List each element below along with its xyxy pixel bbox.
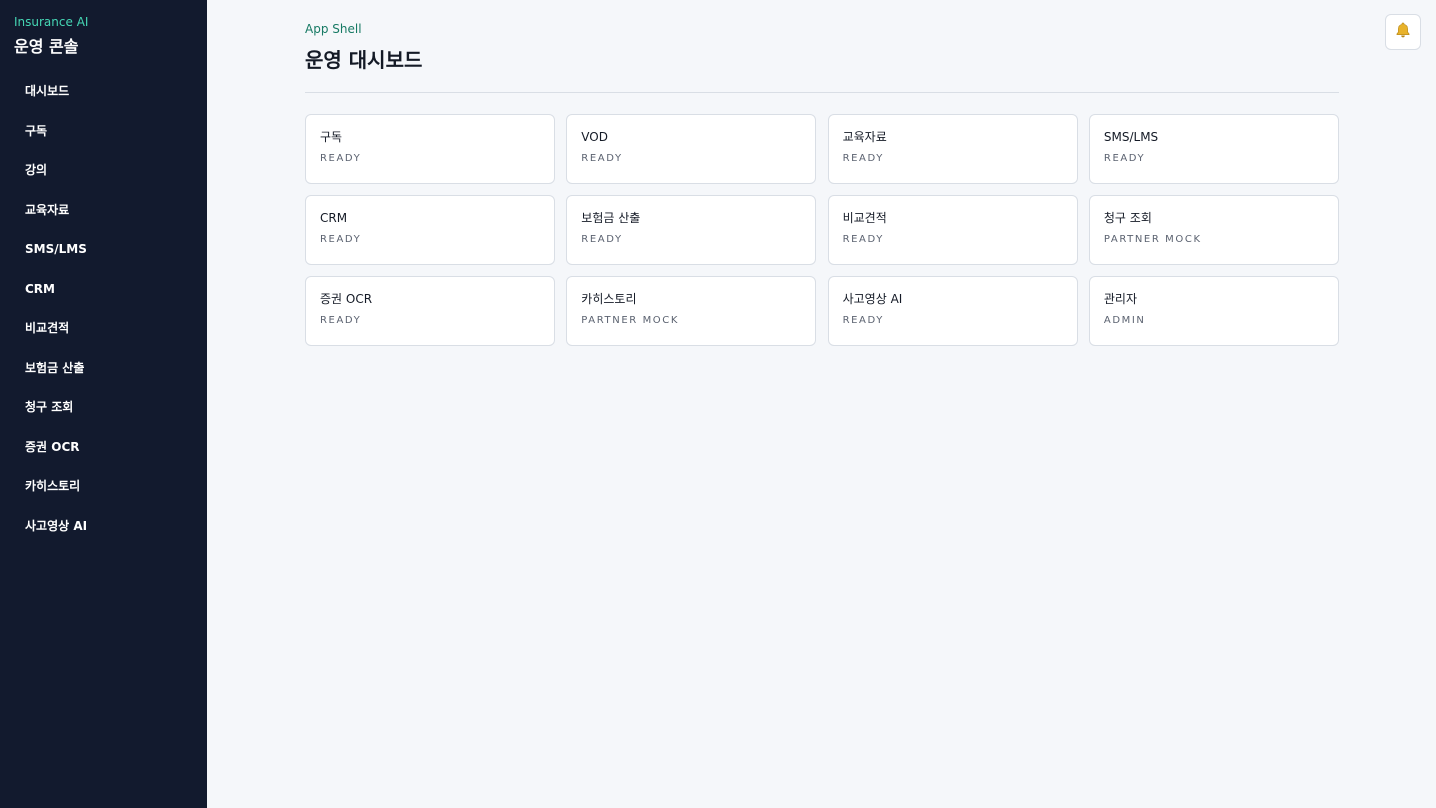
sidebar-item-claim-calculation[interactable]: 보험금 산출 — [0, 355, 207, 395]
card-title: 교육자료 — [842, 130, 887, 144]
dashboard-content: App Shell 운영 대시보드 구독 READY VOD READY 교육자… — [305, 20, 1339, 346]
sidebar-item-claim-inquiry[interactable]: 청구 조회 — [0, 394, 207, 434]
breadcrumb[interactable]: App Shell — [305, 20, 1339, 38]
module-card-car-history[interactable]: 카히스토리 PARTNER MOCK — [566, 276, 817, 346]
card-title: 카히스토리 — [581, 292, 637, 306]
divider — [305, 92, 1339, 93]
card-title: 비교견적 — [842, 211, 887, 225]
brand-subtitle: Insurance AI — [14, 15, 89, 29]
module-card-comparison-quote[interactable]: 비교견적 READY — [827, 195, 1078, 265]
module-card-sms-lms[interactable]: SMS/LMS READY — [1088, 114, 1339, 184]
card-title: 증권 OCR — [320, 292, 373, 306]
sidebar: Insurance AI 운영 콘솔 대시보드 구독 강의 교육자료 SMS/L… — [0, 0, 207, 808]
card-status: READY — [842, 315, 884, 326]
card-status: PARTNER MOCK — [1103, 234, 1202, 245]
page-title: 운영 대시보드 — [305, 48, 423, 72]
sidebar-item-education-materials[interactable]: 교육자료 — [0, 197, 207, 237]
card-title: CRM — [320, 211, 348, 225]
module-card-subscription[interactable]: 구독 READY — [305, 114, 555, 184]
sidebar-item-sms-lms[interactable]: SMS/LMS — [0, 236, 207, 276]
card-title: 사고영상 AI — [842, 292, 903, 306]
card-status: READY — [581, 234, 623, 245]
main-content: App Shell 운영 대시보드 구독 READY VOD READY 교육자… — [207, 0, 1436, 808]
card-status: READY — [842, 234, 884, 245]
card-status: READY — [842, 153, 884, 164]
card-title: SMS/LMS — [1103, 130, 1159, 144]
card-status: READY — [1103, 153, 1146, 164]
card-status: READY — [581, 153, 623, 164]
bell-icon — [1394, 21, 1412, 43]
sidebar-item-comparison-quote[interactable]: 비교견적 — [0, 315, 207, 355]
module-card-claim-inquiry[interactable]: 청구 조회 PARTNER MOCK — [1088, 195, 1339, 265]
card-status: READY — [320, 315, 362, 326]
module-card-claim-calculation[interactable]: 보험금 산출 READY — [566, 195, 817, 265]
sidebar-nav: 대시보드 구독 강의 교육자료 SMS/LMS CRM 비교견적 보험금 산출 … — [0, 78, 207, 552]
sidebar-item-lecture[interactable]: 강의 — [0, 157, 207, 197]
module-card-grid: 구독 READY VOD READY 교육자료 READY SMS/LMS RE… — [305, 114, 1339, 346]
sidebar-item-subscription[interactable]: 구독 — [0, 118, 207, 158]
sidebar-item-accident-video-ai[interactable]: 사고영상 AI — [0, 513, 207, 553]
sidebar-item-dashboard[interactable]: 대시보드 — [0, 78, 207, 118]
card-title: 보험금 산출 — [581, 211, 641, 225]
sidebar-item-crm[interactable]: CRM — [0, 276, 207, 316]
card-title: 청구 조회 — [1103, 211, 1152, 225]
card-title: VOD — [581, 130, 608, 144]
module-card-vod[interactable]: VOD READY — [566, 114, 817, 184]
module-card-admin[interactable]: 관리자 ADMIN — [1088, 276, 1339, 346]
module-card-education-materials[interactable]: 교육자료 READY — [827, 114, 1078, 184]
module-card-crm[interactable]: CRM READY — [305, 195, 555, 265]
module-card-accident-video-ai[interactable]: 사고영상 AI READY — [827, 276, 1078, 346]
card-status: ADMIN — [1103, 315, 1146, 326]
notification-button[interactable] — [1385, 14, 1421, 50]
module-card-policy-ocr[interactable]: 증권 OCR READY — [305, 276, 555, 346]
sidebar-item-policy-ocr[interactable]: 증권 OCR — [0, 434, 207, 474]
card-title: 관리자 — [1103, 292, 1138, 306]
sidebar-item-car-history[interactable]: 카히스토리 — [0, 473, 207, 513]
card-status: READY — [320, 153, 362, 164]
app-shell: Insurance AI 운영 콘솔 대시보드 구독 강의 교육자료 SMS/L… — [0, 0, 1436, 808]
card-status: READY — [320, 234, 362, 245]
brand-title: 운영 콘솔 — [14, 37, 79, 56]
card-title: 구독 — [320, 130, 343, 144]
card-status: PARTNER MOCK — [581, 315, 680, 326]
